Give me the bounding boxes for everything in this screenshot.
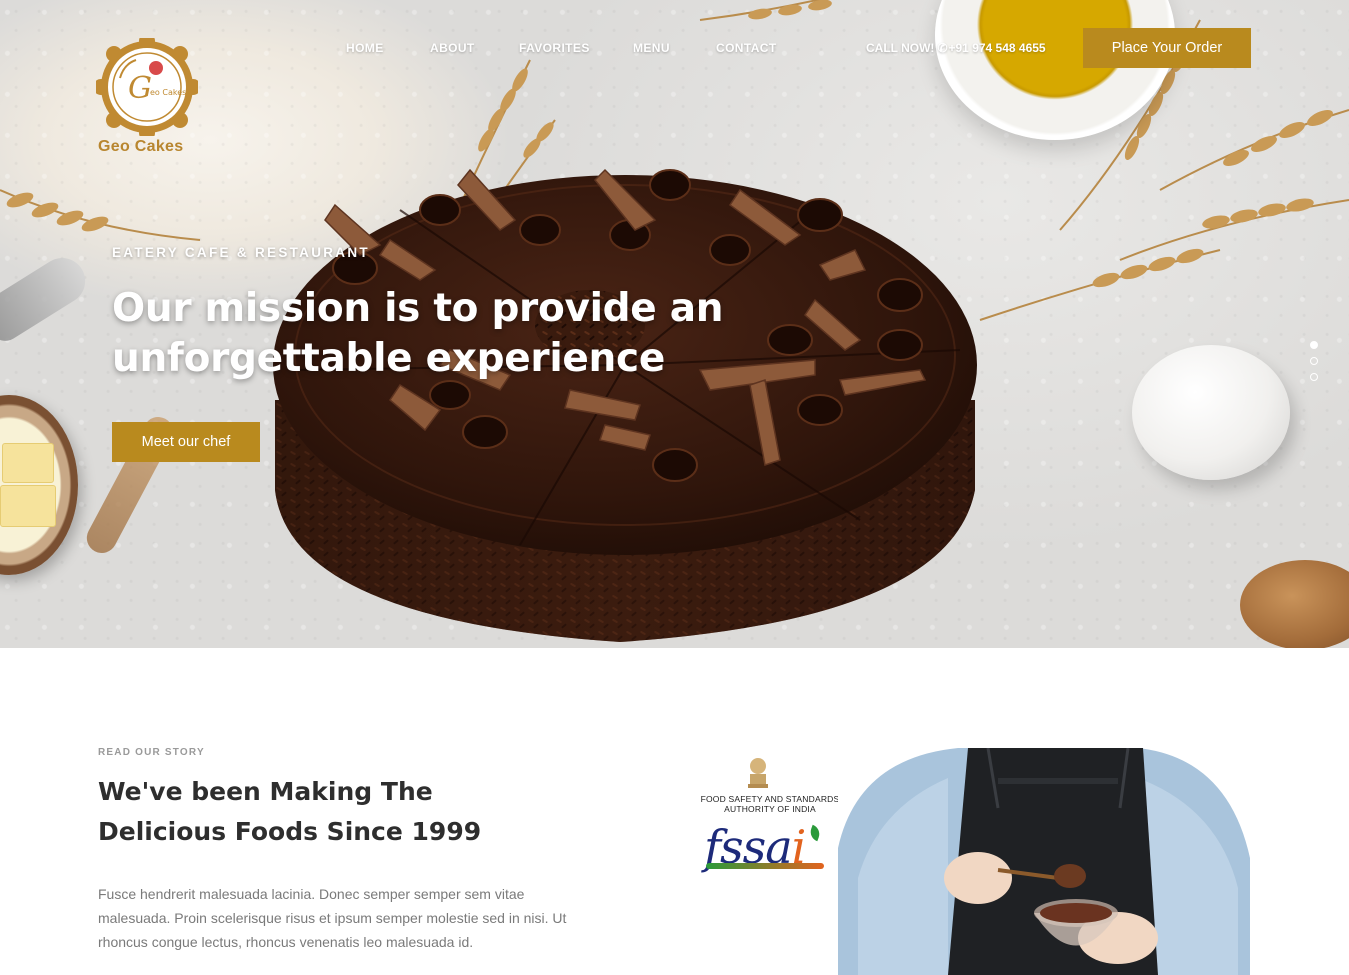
meet-chef-button[interactable]: Meet our chef xyxy=(112,422,260,462)
logo-text: Geo Cakes xyxy=(98,138,184,155)
call-label: CALL NOW! xyxy=(866,41,935,55)
call-now[interactable]: CALL NOW! ✆+91 974 548 4655 xyxy=(866,41,1046,55)
hero-eyebrow: EATERY CAFE & RESTAURANT xyxy=(112,245,370,260)
story-eyebrow: READ OUR STORY xyxy=(98,747,205,758)
phone-icon: ✆ xyxy=(937,41,948,55)
story-text: Fusce hendrerit malesuada lacinia. Donec… xyxy=(98,886,567,950)
story-title: We've been Making The Delicious Foods Si… xyxy=(98,777,482,846)
slider-pagination xyxy=(1310,341,1318,389)
chef-illustration xyxy=(838,748,1250,975)
slider-dot[interactable] xyxy=(1310,357,1318,365)
fssai-leaf-icon xyxy=(807,824,823,842)
nav-contact[interactable]: CONTACT xyxy=(716,41,777,55)
fssai-emblem-icon xyxy=(748,758,768,788)
butter-cube xyxy=(2,443,54,483)
egg xyxy=(1132,345,1290,480)
fssai-swoosh xyxy=(706,863,824,869)
chef-image xyxy=(838,748,1250,975)
geo-cakes-logo[interactable]: G eo Cakes xyxy=(96,38,198,136)
fssai-caption: FOOD SAFETY AND STANDARDS AUTHORITY OF I… xyxy=(700,794,840,814)
place-order-button[interactable]: Place Your Order xyxy=(1083,28,1251,68)
slider-dot[interactable] xyxy=(1310,341,1318,349)
hero-banner: G eo Cakes Geo Cakes HOME ABOUT FAVORITE… xyxy=(0,0,1349,648)
nav-about[interactable]: ABOUT xyxy=(430,41,475,55)
svg-text:G: G xyxy=(128,71,152,106)
nav-favorites[interactable]: FAVORITES xyxy=(519,41,590,55)
svg-text:eo Cakes: eo Cakes xyxy=(150,88,186,97)
nav-menu[interactable]: MENU xyxy=(633,41,670,55)
nav-home[interactable]: HOME xyxy=(346,41,384,55)
hero-title: Our mission is to provide an unforgettab… xyxy=(112,286,724,381)
fssai-badge: FOOD SAFETY AND STANDARDS AUTHORITY OF I… xyxy=(698,754,842,872)
butter-cube xyxy=(0,485,56,527)
phone-number: +91 974 548 4655 xyxy=(948,41,1046,55)
fssai-logo: fssai xyxy=(704,822,842,872)
slider-dot[interactable] xyxy=(1310,373,1318,381)
chocolate-cake-image xyxy=(273,168,977,642)
